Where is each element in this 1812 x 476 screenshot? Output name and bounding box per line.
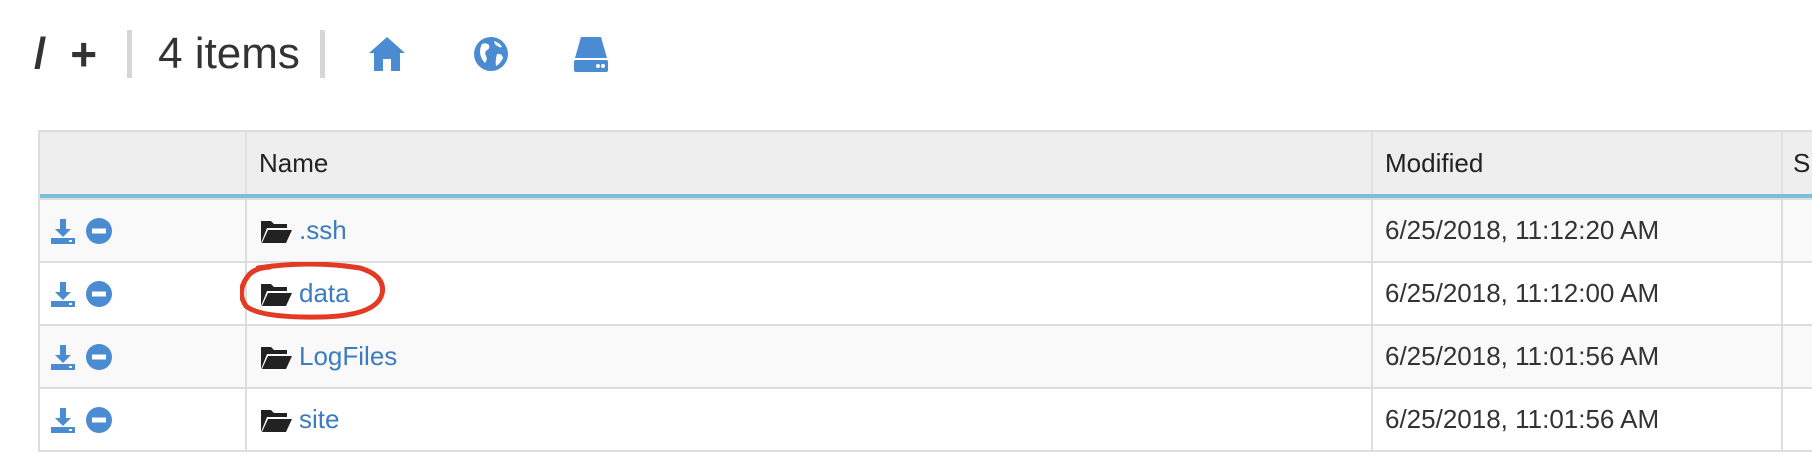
folder-open-icon xyxy=(259,217,293,245)
table-header: Name Modified S xyxy=(40,132,1812,198)
size-cell xyxy=(1781,200,1812,261)
item-count: 4 items xyxy=(158,29,300,78)
toolbar: / + 4 items xyxy=(34,22,613,86)
drive-icon[interactable] xyxy=(569,32,613,76)
folder-link[interactable]: LogFiles xyxy=(299,341,397,372)
table-row: .ssh 6/25/2018, 11:12:20 AM xyxy=(40,198,1812,261)
row-actions xyxy=(40,200,245,261)
modified-cell: 6/25/2018, 11:01:56 AM xyxy=(1371,326,1781,387)
row-actions xyxy=(40,326,245,387)
remove-icon[interactable] xyxy=(84,342,114,372)
file-browser-page: / + 4 items Name Modified S .ssh 6/25/20… xyxy=(0,0,1812,476)
folder-link[interactable]: site xyxy=(299,404,339,435)
size-column-header[interactable]: S xyxy=(1781,132,1812,194)
actions-column-header xyxy=(40,132,245,194)
table-row: LogFiles 6/25/2018, 11:01:56 AM xyxy=(40,324,1812,387)
table-row: site 6/25/2018, 11:01:56 AM xyxy=(40,387,1812,450)
remove-icon[interactable] xyxy=(84,405,114,435)
modified-cell: 6/25/2018, 11:12:20 AM xyxy=(1371,200,1781,261)
remove-icon[interactable] xyxy=(84,279,114,309)
modified-cell: 6/25/2018, 11:12:00 AM xyxy=(1371,263,1781,324)
download-icon[interactable] xyxy=(48,216,78,246)
folder-open-icon xyxy=(259,280,293,308)
row-actions xyxy=(40,263,245,324)
size-cell xyxy=(1781,326,1812,387)
download-icon[interactable] xyxy=(48,405,78,435)
name-cell: data xyxy=(245,263,1371,324)
add-button[interactable]: + xyxy=(70,27,97,81)
name-column-header[interactable]: Name xyxy=(245,132,1371,194)
separator xyxy=(319,30,325,78)
folder-link[interactable]: data xyxy=(299,278,350,309)
remove-icon[interactable] xyxy=(84,216,114,246)
size-cell xyxy=(1781,263,1812,324)
modified-column-header[interactable]: Modified xyxy=(1371,132,1781,194)
separator xyxy=(127,30,133,78)
home-icon[interactable] xyxy=(365,32,409,76)
download-icon[interactable] xyxy=(48,342,78,372)
folder-open-icon xyxy=(259,343,293,371)
file-table: Name Modified S .ssh 6/25/2018, 11:12:20… xyxy=(38,130,1812,452)
folder-open-icon xyxy=(259,406,293,434)
table-body: .ssh 6/25/2018, 11:12:20 AM data 6/25/20… xyxy=(40,198,1812,450)
name-cell: .ssh xyxy=(245,200,1371,261)
modified-cell: 6/25/2018, 11:01:56 AM xyxy=(1371,389,1781,450)
row-actions xyxy=(40,389,245,450)
root-path-link[interactable]: / xyxy=(34,29,46,79)
folder-link[interactable]: .ssh xyxy=(299,215,347,246)
size-cell xyxy=(1781,389,1812,450)
globe-icon[interactable] xyxy=(469,32,513,76)
name-cell: site xyxy=(245,389,1371,450)
table-row: data 6/25/2018, 11:12:00 AM xyxy=(40,261,1812,324)
download-icon[interactable] xyxy=(48,279,78,309)
name-cell: LogFiles xyxy=(245,326,1371,387)
